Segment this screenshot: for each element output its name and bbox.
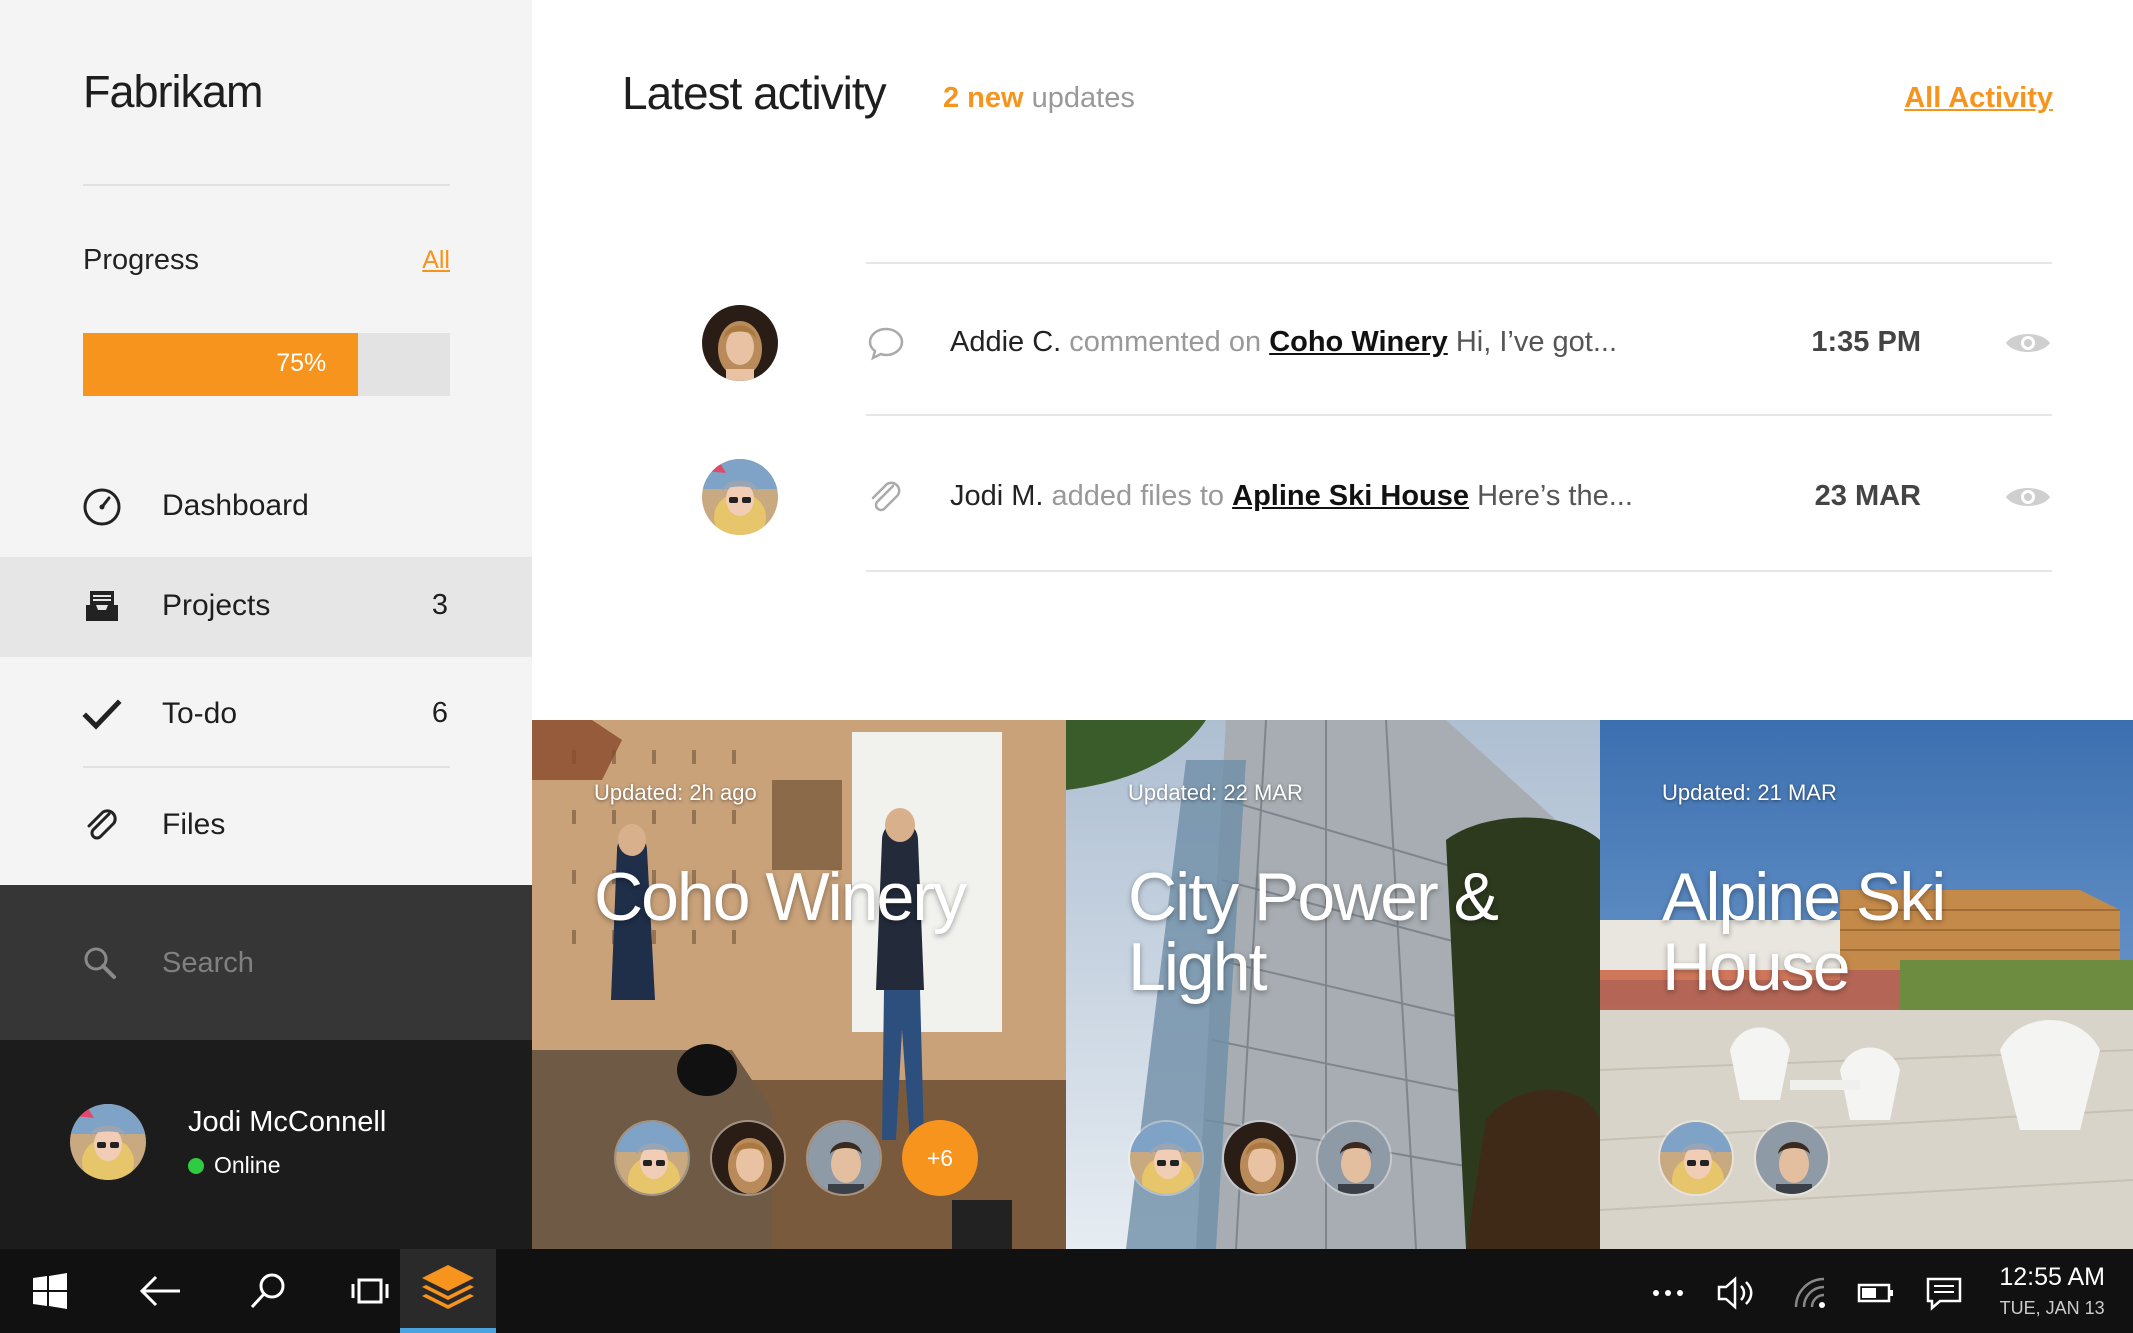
clock-time: 12:55 AM — [1999, 1263, 2105, 1291]
activity-user: Addie C. — [950, 326, 1062, 358]
back-arrow-icon — [139, 1275, 180, 1307]
progress-bar: 75% — [83, 333, 450, 396]
avatar — [1658, 1120, 1734, 1196]
avatar — [614, 1120, 690, 1196]
divider — [866, 414, 2052, 416]
avatar — [710, 1120, 786, 1196]
taskbar-app-fabrikam[interactable] — [400, 1249, 496, 1333]
nav-label: Files — [162, 808, 226, 841]
nav-label: To-do — [162, 697, 238, 730]
page-title: Latest activity — [622, 67, 887, 119]
search-input[interactable] — [162, 943, 482, 983]
nav-item-projects[interactable]: Projects 3 — [0, 557, 532, 657]
comment-bubble-icon — [868, 327, 904, 361]
project-tile-coho-winery[interactable]: Updated: 2h ago Coho Winery +6 — [532, 720, 1066, 1249]
nav-label: Projects — [162, 589, 271, 622]
tile-title: Alpine Ski House — [1662, 859, 1946, 1005]
activity-project-link[interactable]: Apline Ski House — [1232, 480, 1469, 512]
user-status: Online — [188, 1152, 280, 1179]
volume-icon[interactable] — [1715, 1273, 1755, 1313]
brand-title: Fabrikam — [83, 66, 264, 117]
paperclip-icon — [871, 481, 901, 512]
active-indicator — [400, 1328, 496, 1333]
activity-snippet: Here’s the... — [1477, 480, 1633, 512]
paperclip-icon — [87, 809, 117, 840]
taskbar: 12:55 AM TUE, JAN 13 — [0, 1249, 2133, 1333]
divider — [866, 570, 2052, 572]
new-updates-count: 2 new updates — [943, 82, 1135, 115]
divider — [83, 184, 450, 186]
activity-user: Jodi M. — [950, 480, 1044, 512]
search-taskbar-button[interactable] — [228, 1249, 308, 1333]
avatar — [702, 459, 778, 535]
nav-count: 3 — [431, 589, 448, 621]
activity-action: commented on — [1069, 326, 1262, 358]
activity-text: Addie C. commented on Coho Winery Hi, I’… — [950, 326, 1617, 359]
action-center-icon[interactable] — [1924, 1273, 1964, 1313]
eye-icon[interactable] — [2004, 480, 2052, 514]
activity-action: added files to — [1051, 480, 1225, 512]
tile-updated: Updated: 2h ago — [594, 780, 757, 805]
nav-item-dashboard[interactable]: Dashboard — [0, 457, 532, 557]
avatar — [1128, 1120, 1204, 1196]
battery-icon[interactable] — [1856, 1273, 1896, 1313]
activity-row[interactable]: Jodi M. added files to Apline Ski House … — [532, 418, 2133, 573]
new-count: 2 new — [943, 82, 1024, 114]
avatar — [1316, 1120, 1392, 1196]
project-tile-city-power-light[interactable]: Updated: 22 MAR City Power & Light — [1066, 720, 1600, 1249]
wifi-icon[interactable] — [1790, 1273, 1830, 1313]
app-window: Fabrikam Progress All 75% Dashboard Proj… — [0, 0, 2133, 1333]
activity-text: Jodi M. added files to Apline Ski House … — [950, 480, 1633, 513]
projects-tray-icon — [86, 591, 118, 621]
more-overflow-icon[interactable] — [1648, 1273, 1688, 1313]
divider — [83, 766, 450, 768]
tile-title: City Power & Light — [1128, 859, 1499, 1005]
activity-project-link[interactable]: Coho Winery — [1269, 326, 1448, 358]
nav-label: Dashboard — [162, 489, 309, 522]
tile-updated: Updated: 21 MAR — [1662, 780, 1837, 805]
nav-item-todo[interactable]: To-do 6 — [0, 665, 532, 765]
activity-row[interactable]: Addie C. commented on Coho Winery Hi, I’… — [532, 264, 2133, 419]
eye-icon[interactable] — [2004, 326, 2052, 360]
nav-item-files[interactable]: Files — [0, 776, 532, 876]
activity-panel: Latest activity 2 new updates All Activi… — [532, 0, 2133, 720]
task-view-button[interactable] — [330, 1249, 410, 1333]
checkmark-icon — [82, 699, 122, 730]
project-tile-alpine-ski-house[interactable]: Updated: 21 MAR Alpine Ski House — [1600, 720, 2133, 1249]
avatar — [806, 1120, 882, 1196]
progress-title: Progress — [83, 244, 200, 276]
more-members-badge[interactable]: +6 — [902, 1120, 978, 1196]
sidebar: Fabrikam Progress All 75% Dashboard Proj… — [0, 0, 532, 1249]
progress-percent: 75% — [276, 349, 327, 377]
user-name: Jodi McConnell — [188, 1106, 387, 1138]
dashboard-gauge-icon — [83, 488, 121, 526]
avatar — [1222, 1120, 1298, 1196]
tile-title: Coho Winery — [594, 859, 967, 935]
back-button[interactable] — [118, 1249, 198, 1333]
clock[interactable]: 12:55 AM TUE, JAN 13 — [1999, 1263, 2105, 1319]
status-text: Online — [214, 1152, 281, 1178]
activity-time: 1:35 PM — [1811, 326, 1921, 358]
nav-count: 6 — [431, 697, 448, 729]
search-bar[interactable] — [0, 885, 532, 1040]
layers-app-icon — [422, 1265, 474, 1309]
avatar — [702, 305, 778, 381]
online-status-dot-icon — [188, 1158, 204, 1174]
new-suffix: updates — [1031, 82, 1135, 114]
avatar — [70, 1104, 146, 1180]
tile-updated: Updated: 22 MAR — [1128, 780, 1303, 805]
user-panel[interactable]: Jodi McConnell Online — [0, 1040, 532, 1249]
start-button[interactable] — [10, 1249, 90, 1333]
activity-snippet: Hi, I’ve got... — [1455, 326, 1617, 358]
progress-all-link[interactable]: All — [422, 246, 450, 275]
windows-logo-icon — [33, 1273, 67, 1309]
avatar — [1754, 1120, 1830, 1196]
activity-time: 23 MAR — [1814, 480, 1921, 512]
search-icon — [250, 1273, 285, 1309]
task-view-icon — [351, 1278, 389, 1304]
all-activity-link[interactable]: All Activity — [1904, 82, 2053, 115]
search-icon — [84, 947, 116, 979]
clock-date: TUE, JAN 13 — [1999, 1298, 2105, 1318]
